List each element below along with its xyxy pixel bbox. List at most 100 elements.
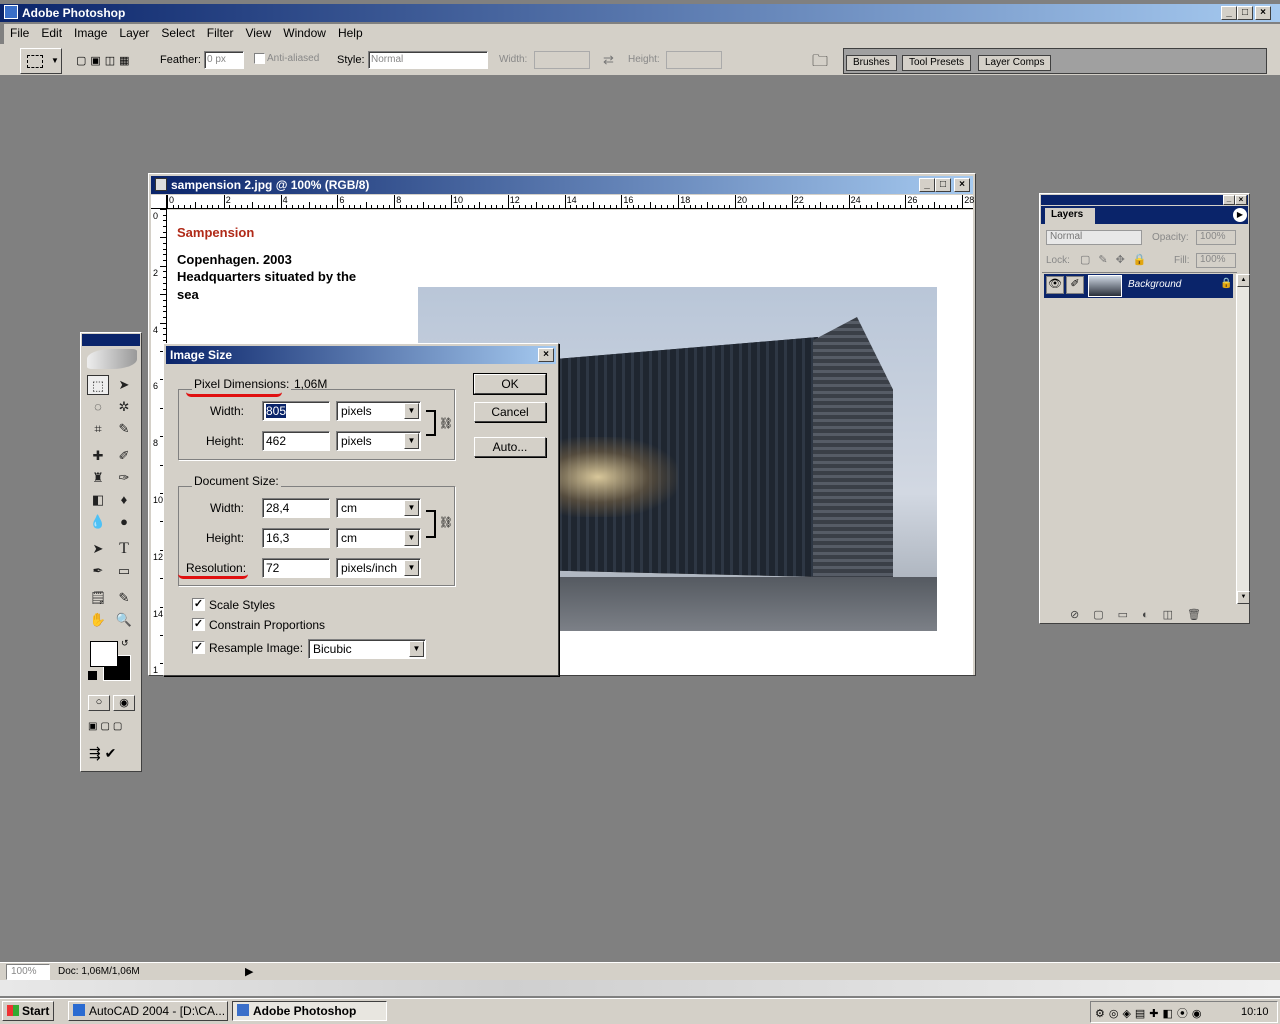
doc-width-unit-select[interactable]: cm ▼ <box>336 498 421 518</box>
magic-wand-icon[interactable]: ✲ <box>113 397 135 417</box>
hand-tool-icon[interactable]: ✋ <box>87 610 109 630</box>
menu-window[interactable]: Window <box>277 24 332 42</box>
eyedropper-icon[interactable]: ✎ <box>113 588 135 608</box>
ruler-origin[interactable] <box>151 195 167 209</box>
default-colors-icon[interactable] <box>88 671 97 680</box>
maximize-button[interactable]: □ <box>1237 6 1253 20</box>
selection-mode-icons[interactable]: ▢▣◫▦ <box>76 54 142 68</box>
menu-image[interactable]: Image <box>68 24 113 42</box>
notes-tool-icon[interactable]: 🗒 <box>87 588 109 608</box>
resolution-input[interactable]: 72 <box>262 558 330 578</box>
doc-height-input[interactable]: 16,3 <box>262 528 330 548</box>
dodge-tool-icon[interactable]: ● <box>113 512 135 532</box>
start-button[interactable]: Start <box>2 1001 54 1021</box>
blend-mode-select[interactable]: Normal <box>1046 230 1142 245</box>
type-tool-icon[interactable]: T <box>113 539 135 559</box>
menu-layer[interactable]: Layer <box>113 24 155 42</box>
background-layer-row[interactable]: 👁 ✐ Background 🔒 <box>1044 274 1233 298</box>
resample-method-select[interactable]: Bicubic ▼ <box>308 639 426 659</box>
swap-colors-icon[interactable]: ↺ <box>121 638 129 649</box>
minimize-button[interactable]: _ <box>1221 6 1237 20</box>
resolution-unit-select[interactable]: pixels/inch ▼ <box>336 558 421 578</box>
lasso-tool-icon[interactable]: ◌ <box>87 397 109 417</box>
eye-icon[interactable]: 👁 <box>1046 276 1064 294</box>
clone-stamp-icon[interactable]: ♜ <box>87 468 109 488</box>
auto-button[interactable]: Auto... <box>474 437 546 457</box>
menu-filter[interactable]: Filter <box>201 24 240 42</box>
screen-mode-icons[interactable]: ▣▢▢ <box>88 721 138 735</box>
standard-mode-icon[interactable]: ○ <box>88 695 110 711</box>
toolbox-titlebar[interactable] <box>82 334 140 346</box>
resample-checkbox[interactable]: ✓ <box>192 641 205 654</box>
layers-scrollbar[interactable]: ▲ ▼ <box>1236 274 1250 604</box>
pixel-height-unit-select[interactable]: pixels ▼ <box>336 431 421 451</box>
doc-close-button[interactable]: × <box>954 178 970 192</box>
brush-tool-icon[interactable]: ✐ <box>113 446 135 466</box>
marquee-preset-button[interactable]: ▼ <box>20 48 62 74</box>
menu-select[interactable]: Select <box>155 24 200 42</box>
constrain-proportions-checkbox[interactable]: ✓ <box>192 618 205 631</box>
antialiased-checkbox[interactable] <box>254 53 265 64</box>
feather-input[interactable]: 0 px <box>204 51 244 69</box>
status-arrow-icon[interactable]: ▶ <box>245 965 253 978</box>
tray-icons[interactable]: ⚙◎◈▤✚◧⦿◉ <box>1095 1005 1206 1021</box>
horizontal-ruler[interactable]: 0 2 4 6 8 10 12 14 16 18 20 22 24 26 28 <box>167 195 974 209</box>
pixel-height-input[interactable]: 462 <box>262 431 330 451</box>
healing-brush-icon[interactable]: ✚ <box>87 446 109 466</box>
taskbar-autocad[interactable]: AutoCAD 2004 - [D:\CA... <box>68 1001 228 1021</box>
height-input[interactable] <box>666 51 722 69</box>
layers-titlebar[interactable] <box>1041 195 1248 205</box>
history-brush-icon[interactable]: ✑ <box>113 468 135 488</box>
eraser-tool-icon[interactable]: ◧ <box>87 490 109 510</box>
menu-view[interactable]: View <box>239 24 277 42</box>
fill-input[interactable]: 100% <box>1196 253 1236 268</box>
palette-well-icon[interactable]: 🗀 <box>812 50 828 77</box>
foreground-color-swatch[interactable] <box>90 641 118 667</box>
layers-minimize-button[interactable]: _ <box>1223 195 1235 205</box>
pen-tool-icon[interactable]: ✒ <box>87 561 109 581</box>
shape-tool-icon[interactable]: ▭ <box>113 561 135 581</box>
marquee-tool-icon[interactable]: ⬚ <box>87 375 109 395</box>
width-input[interactable] <box>534 51 590 69</box>
swap-arrows-icon[interactable]: ⇄ <box>603 52 614 68</box>
scroll-down-button[interactable]: ▼ <box>1237 591 1250 604</box>
ok-button[interactable]: OK <box>473 373 547 395</box>
path-select-icon[interactable]: ➤ <box>87 539 109 559</box>
doc-height-unit-select[interactable]: cm ▼ <box>336 528 421 548</box>
layers-close-button[interactable]: × <box>1235 195 1247 205</box>
menu-file[interactable]: File <box>4 24 35 42</box>
dialog-titlebar[interactable]: Image Size <box>166 346 556 364</box>
lock-icons[interactable]: ▢✎✥🔒 <box>1080 253 1155 266</box>
crop-tool-icon[interactable]: ⌗ <box>87 419 109 439</box>
layers-bottom-icons[interactable]: ⊘▢▭◐◫🗑 <box>1070 608 1215 621</box>
doc-width-input[interactable]: 28,4 <box>262 498 330 518</box>
palette-tab-brushes[interactable]: Brushes <box>846 55 897 71</box>
layers-tab[interactable]: Layers <box>1045 208 1095 224</box>
menu-help[interactable]: Help <box>332 24 369 42</box>
zoom-field[interactable]: 100% <box>6 964 50 980</box>
jump-to-imageready-icon[interactable]: ⇶ ✔ <box>89 745 116 762</box>
blur-tool-icon[interactable]: 💧 <box>87 512 109 532</box>
document-titlebar[interactable]: sampension 2.jpg @ 100% (RGB/8) <box>151 176 973 194</box>
slice-tool-icon[interactable]: ✎ <box>113 419 135 439</box>
quick-mask-icon[interactable]: ◉ <box>113 695 135 711</box>
taskbar-photoshop[interactable]: Adobe Photoshop <box>232 1001 387 1021</box>
menu-edit[interactable]: Edit <box>35 24 68 42</box>
move-tool-icon[interactable]: ➤ <box>113 375 135 395</box>
scroll-up-button[interactable]: ▲ <box>1237 274 1250 287</box>
cancel-button[interactable]: Cancel <box>474 402 546 422</box>
paint-bucket-icon[interactable]: ♦ <box>113 490 135 510</box>
palette-tab-layer-comps[interactable]: Layer Comps <box>978 55 1052 71</box>
dialog-close-button[interactable]: × <box>538 348 554 362</box>
style-select[interactable]: Normal <box>368 51 488 69</box>
zoom-tool-icon[interactable]: 🔍 <box>113 610 135 630</box>
brush-link-icon[interactable]: ✐ <box>1066 276 1084 294</box>
pixel-width-unit-select[interactable]: pixels ▼ <box>336 401 421 421</box>
feather-logo-icon[interactable] <box>87 349 137 369</box>
doc-minimize-button[interactable]: _ <box>919 178 935 192</box>
scale-styles-checkbox[interactable]: ✓ <box>192 598 205 611</box>
palette-tab-tool-presets[interactable]: Tool Presets <box>902 55 972 71</box>
opacity-input[interactable]: 100% <box>1196 230 1236 245</box>
close-button[interactable]: × <box>1255 6 1271 20</box>
palette-menu-icon[interactable]: ▶ <box>1233 208 1247 222</box>
